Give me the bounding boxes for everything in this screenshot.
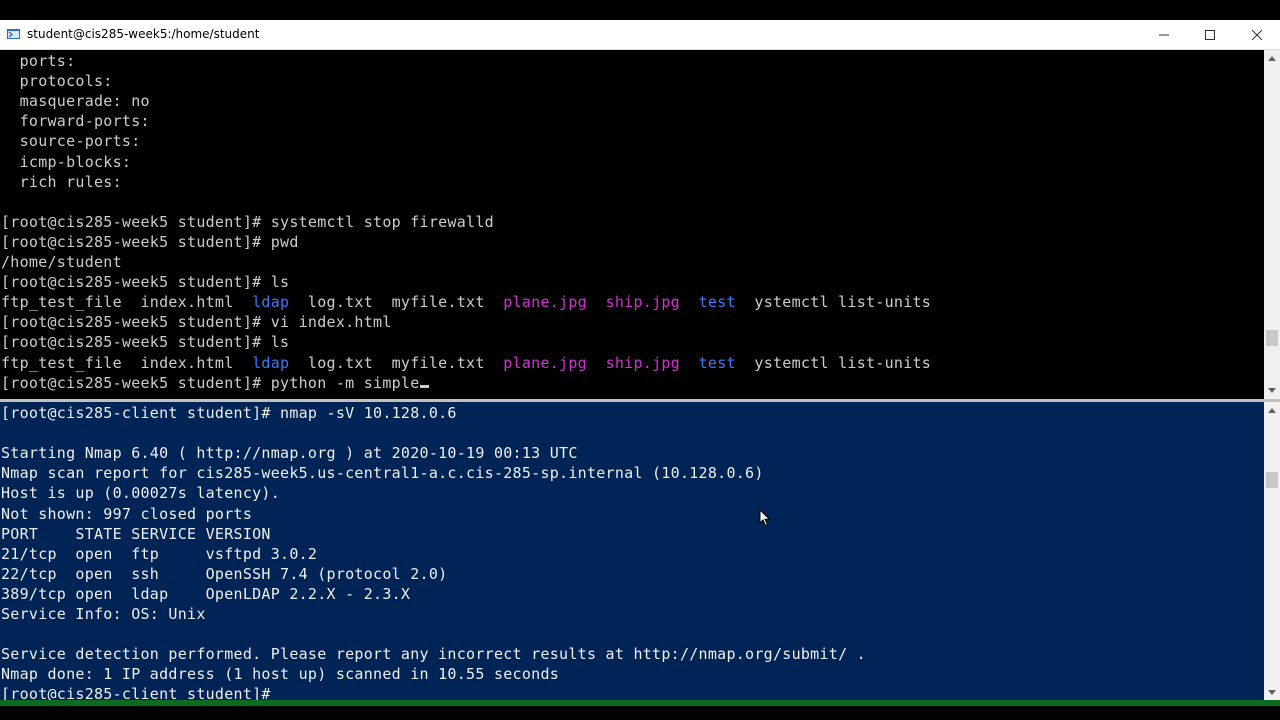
terminal-text: protocols: bbox=[1, 72, 113, 91]
terminal-line: [root@cis285-week5 student]# vi index.ht… bbox=[1, 312, 392, 332]
image-file-name: plane.jpg bbox=[503, 353, 587, 372]
screen-bottom-band bbox=[0, 706, 1280, 720]
minimize-icon bbox=[1159, 34, 1169, 36]
terminal-line: ftp_test_file index.html ldap log.txt my… bbox=[1, 292, 931, 312]
text-cursor bbox=[419, 384, 429, 388]
terminal-text: forward-ports: bbox=[1, 112, 150, 131]
terminal-text: ystemctl list-units bbox=[735, 293, 932, 312]
terminal-text: [root@cis285-week5 student]# python -m s… bbox=[1, 373, 420, 392]
terminal-text: Nmap done: 1 IP address (1 host up) scan… bbox=[1, 665, 560, 684]
terminal-app-icon bbox=[7, 29, 20, 39]
terminal-line: [root@cis285-week5 student]# ls bbox=[1, 272, 289, 292]
terminal-text: rich rules: bbox=[1, 172, 122, 191]
scrollbar-thumb-bottom[interactable] bbox=[1266, 472, 1278, 488]
directory-name: ldap bbox=[252, 293, 290, 312]
terminal-text: Host is up (0.00027s latency). bbox=[1, 484, 281, 503]
terminal-line: PORT STATE SERVICE VERSION bbox=[1, 524, 271, 544]
directory-name: test bbox=[698, 293, 736, 312]
terminal-text: 389/tcp open ldap OpenLDAP 2.2.X - 2.3.X bbox=[1, 584, 411, 603]
terminal-text: [root@cis285-week5 student]# ls bbox=[1, 333, 290, 352]
image-file-name: ship.jpg bbox=[605, 293, 680, 312]
maximize-button[interactable] bbox=[1187, 20, 1233, 50]
window-title: student@cis285-week5:/home/student bbox=[27, 27, 260, 41]
terminal-line: Not shown: 997 closed ports bbox=[1, 504, 252, 524]
terminal-line: [root@cis285-week5 student]# ls bbox=[1, 332, 289, 352]
directory-name: test bbox=[698, 353, 736, 372]
window-titlebar[interactable]: student@cis285-week5:/home/student bbox=[0, 20, 1280, 50]
terminal-text: Service Info: OS: Unix bbox=[1, 605, 206, 623]
scrollbar-top[interactable] bbox=[1264, 50, 1280, 399]
terminal-text: log.txt myfile.txt bbox=[289, 353, 504, 372]
terminal-text: [root@cis285-client student]# bbox=[1, 685, 281, 700]
terminal-text: source-ports: bbox=[1, 132, 141, 151]
terminal-text: [root@cis285-week5 student]# vi index.ht… bbox=[1, 313, 392, 332]
terminal-text: [root@cis285-week5 student]# pwd bbox=[1, 232, 299, 251]
minimize-button[interactable] bbox=[1141, 20, 1187, 50]
terminal-line: forward-ports: bbox=[1, 111, 150, 131]
maximize-icon bbox=[1205, 30, 1215, 40]
terminal-pane-bottom[interactable]: [root@cis285-client student]# nmap -sV 1… bbox=[0, 402, 1264, 700]
terminal-line: [root@cis285-week5 student]# systemctl s… bbox=[1, 212, 494, 232]
terminal-line: Host is up (0.00027s latency). bbox=[1, 483, 280, 503]
terminal-line: 22/tcp open ssh OpenSSH 7.4 (protocol 2.… bbox=[1, 564, 447, 584]
terminal-text: Nmap scan report for cis285-week5.us-cen… bbox=[1, 464, 764, 483]
terminal-line: ftp_test_file index.html ldap log.txt my… bbox=[1, 353, 931, 373]
terminal-text: 22/tcp open ssh OpenSSH 7.4 (protocol 2.… bbox=[1, 564, 448, 583]
scroll-up-arrow-icon[interactable] bbox=[1268, 408, 1276, 413]
screen-top-band bbox=[0, 0, 1280, 20]
terminal-text: log.txt myfile.txt bbox=[289, 293, 504, 312]
terminal-text: Starting Nmap 6.40 ( http://nmap.org ) a… bbox=[1, 444, 578, 463]
terminal-line: /home/student bbox=[1, 252, 122, 272]
terminal-line: icmp-blocks: bbox=[1, 152, 131, 172]
terminal-line: [root@cis285-week5 student]# pwd bbox=[1, 232, 299, 252]
close-icon bbox=[1252, 30, 1262, 40]
terminal-line: protocols: bbox=[1, 71, 113, 91]
terminal-line: [root@cis285-client student]# bbox=[1, 684, 280, 700]
terminal-line: 389/tcp open ldap OpenLDAP 2.2.X - 2.3.X bbox=[1, 584, 410, 604]
terminal-line: Nmap done: 1 IP address (1 host up) scan… bbox=[1, 664, 559, 684]
close-button[interactable] bbox=[1234, 20, 1280, 50]
terminal-text: ystemctl list-units bbox=[735, 353, 932, 372]
terminal-text: [root@cis285-week5 student]# ls bbox=[1, 273, 290, 292]
terminal-line: [root@cis285-week5 student]# python -m s… bbox=[1, 373, 429, 393]
terminal-text: icmp-blocks: bbox=[1, 152, 132, 171]
image-file-name: ship.jpg bbox=[605, 353, 680, 372]
scroll-up-arrow-icon[interactable] bbox=[1268, 56, 1276, 61]
terminal-line: 21/tcp open ftp vsftpd 3.0.2 bbox=[1, 544, 317, 564]
terminal-text: PORT STATE SERVICE VERSION bbox=[1, 524, 271, 543]
scroll-down-arrow-icon[interactable] bbox=[1268, 690, 1276, 695]
terminal-line: rich rules: bbox=[1, 172, 122, 192]
terminal-line: [root@cis285-client student]# nmap -sV 1… bbox=[1, 403, 457, 423]
terminal-text: 21/tcp open ftp vsftpd 3.0.2 bbox=[1, 544, 318, 563]
terminal-text: masquerade: no bbox=[1, 92, 150, 111]
terminal-text: ftp_test_file index.html bbox=[1, 353, 253, 372]
terminal-line: Starting Nmap 6.40 ( http://nmap.org ) a… bbox=[1, 443, 578, 463]
terminal-text: [root@cis285-client student]# nmap -sV 1… bbox=[1, 404, 457, 422]
terminal-text: ftp_test_file index.html bbox=[1, 293, 253, 312]
terminal-line: source-ports: bbox=[1, 131, 141, 151]
directory-name: ldap bbox=[252, 353, 290, 372]
terminal-line: masquerade: no bbox=[1, 91, 150, 111]
terminal-line: Service Info: OS: Unix bbox=[1, 604, 206, 624]
scrollbar-bottom[interactable] bbox=[1264, 402, 1280, 700]
scroll-down-arrow-icon[interactable] bbox=[1268, 388, 1276, 393]
terminal-pane-top[interactable]: ports: protocols: masquerade: no forward… bbox=[0, 50, 1264, 399]
terminal-text: /home/student bbox=[1, 253, 122, 271]
terminal-text: [root@cis285-week5 student]# systemctl s… bbox=[1, 212, 494, 231]
terminal-line: Nmap scan report for cis285-week5.us-cen… bbox=[1, 463, 764, 483]
terminal-text: Service detection performed. Please repo… bbox=[1, 645, 866, 664]
terminal-line: ports: bbox=[1, 51, 76, 71]
terminal-line: Service detection performed. Please repo… bbox=[1, 644, 866, 664]
mouse-pointer-icon bbox=[759, 509, 771, 527]
image-file-name: plane.jpg bbox=[503, 293, 587, 312]
scrollbar-thumb-top[interactable] bbox=[1266, 330, 1278, 346]
terminal-text: ports: bbox=[1, 52, 76, 70]
terminal-text: Not shown: 997 closed ports bbox=[1, 504, 253, 523]
